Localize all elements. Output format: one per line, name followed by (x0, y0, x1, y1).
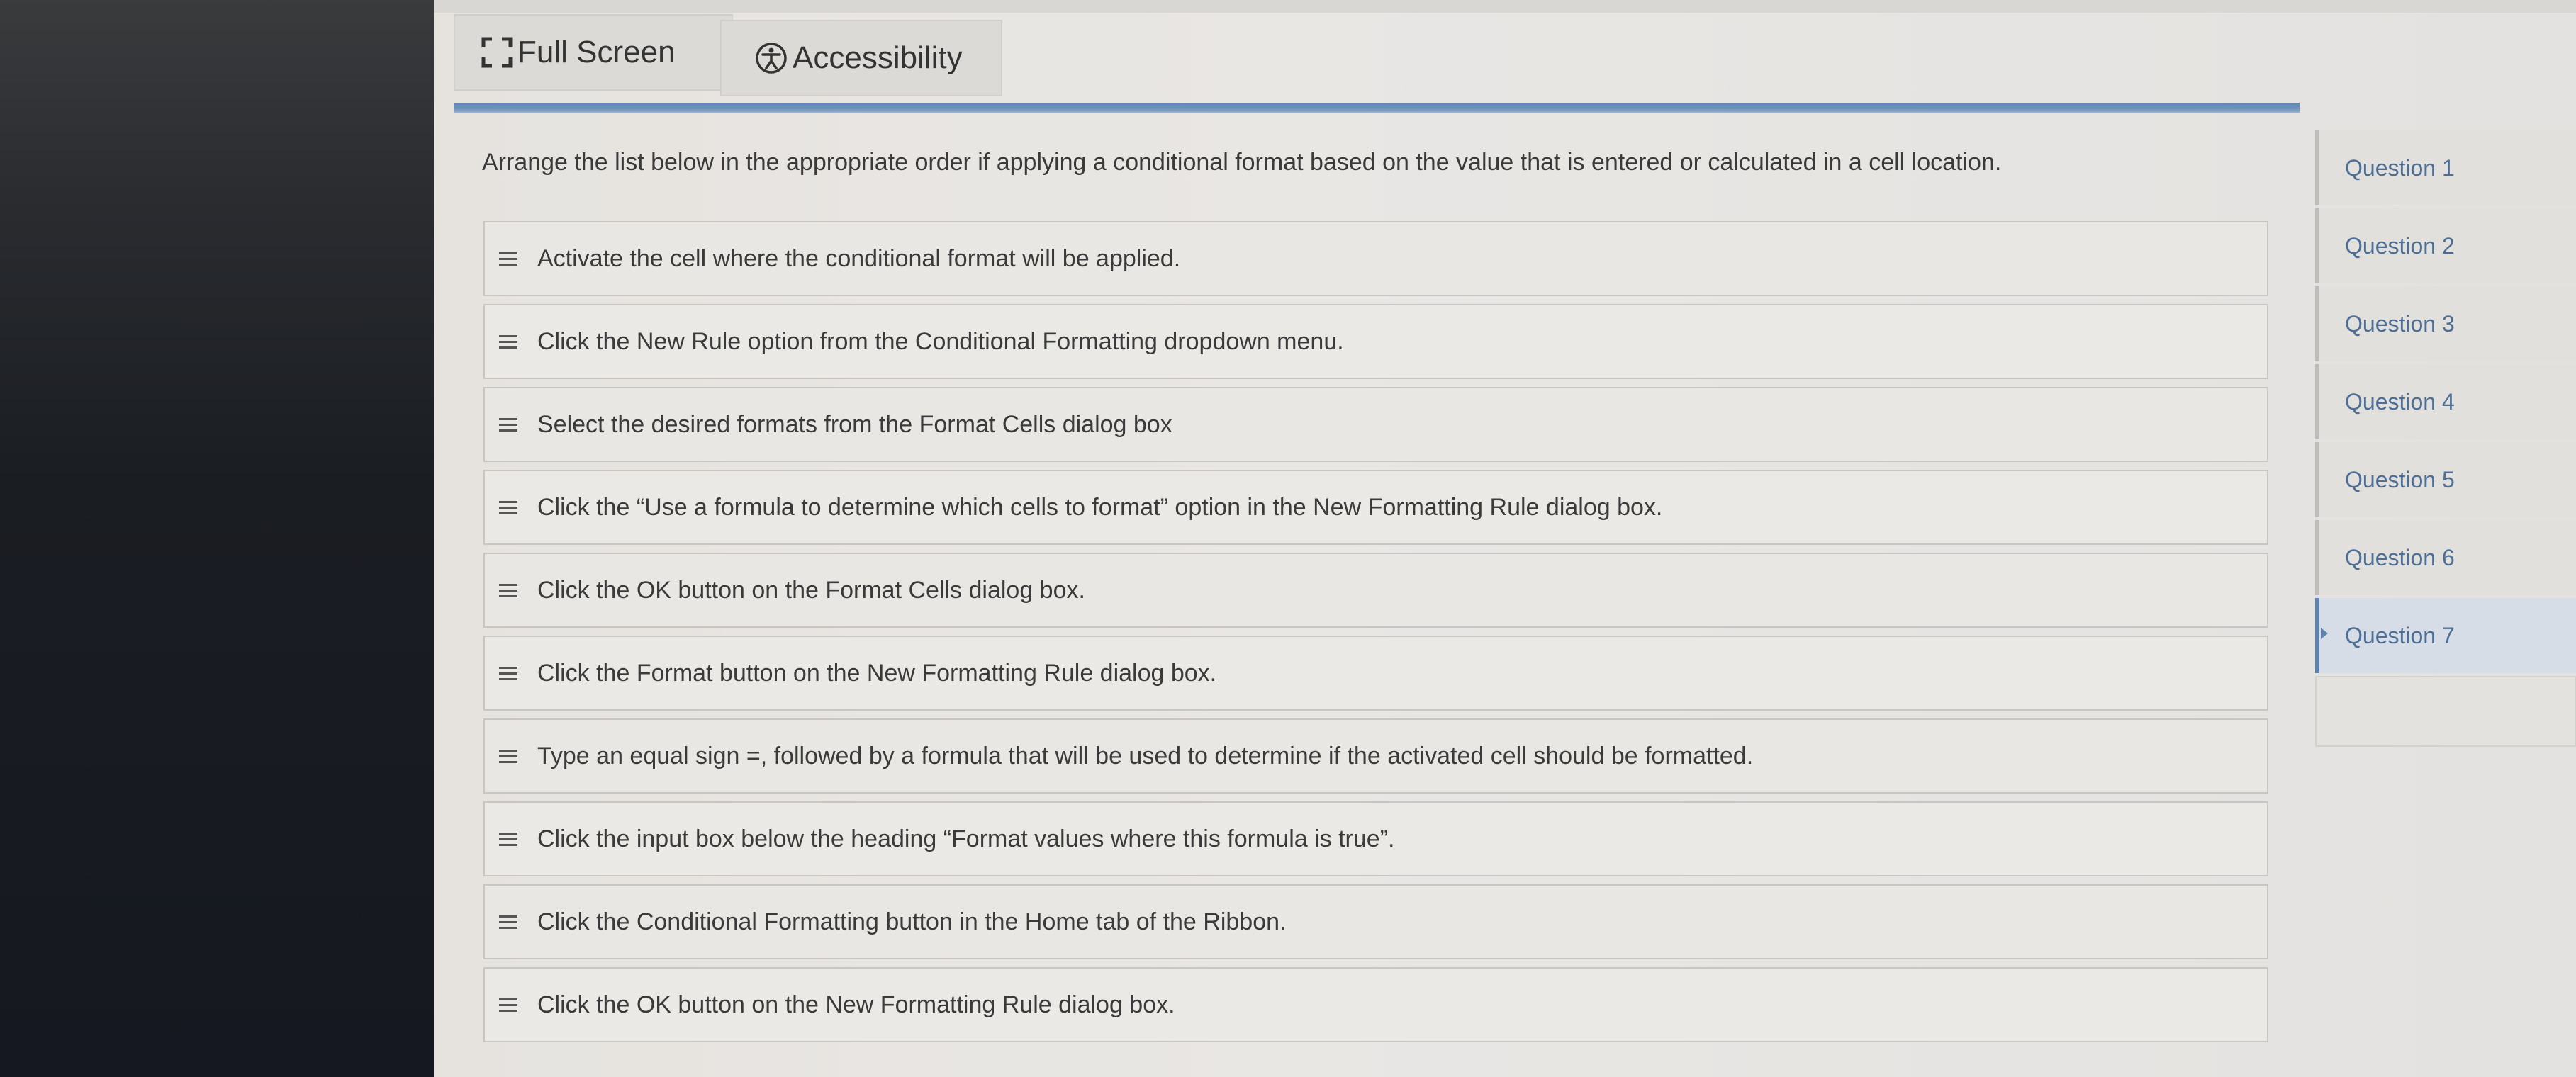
accessibility-button[interactable]: Accessibility (720, 20, 1002, 96)
question-nav-item-5[interactable]: Question 5 (2315, 442, 2576, 517)
header-divider (454, 103, 2300, 113)
fullscreen-icon (481, 36, 513, 69)
question-nav-item-4[interactable]: Question 4 (2315, 364, 2576, 439)
top-strip (434, 0, 2576, 13)
fullscreen-button[interactable]: Full Screen (454, 14, 733, 91)
ordering-item-label: Click the “Use a formula to determine wh… (537, 493, 1663, 521)
ordering-item[interactable]: Select the desired formats from the Form… (483, 387, 2268, 462)
ordering-item-label: Click the Format button on the New Forma… (537, 659, 1217, 687)
question-nav-item-3[interactable]: Question 3 (2315, 286, 2576, 361)
ordering-list: Activate the cell where the conditional … (483, 221, 2268, 1050)
ordering-item[interactable]: Activate the cell where the conditional … (483, 221, 2268, 296)
ordering-item-label: Select the desired formats from the Form… (537, 410, 1172, 438)
ordering-item[interactable]: Click the New Rule option from the Condi… (483, 304, 2268, 379)
drag-handle-icon[interactable] (499, 666, 517, 680)
drag-handle-icon[interactable] (499, 915, 517, 929)
ordering-item[interactable]: Click the input box below the heading “F… (483, 801, 2268, 876)
ordering-item-label: Click the input box below the heading “F… (537, 825, 1395, 852)
ordering-item-label: Type an equal sign =, followed by a form… (537, 742, 1754, 769)
ordering-item-label: Activate the cell where the conditional … (537, 244, 1181, 272)
question-nav-item-2[interactable]: Question 2 (2315, 208, 2576, 283)
drag-handle-icon[interactable] (499, 334, 517, 349)
question-nav-item-1[interactable]: Question 1 (2315, 130, 2576, 205)
ordering-item[interactable]: Click the Conditional Formatting button … (483, 884, 2268, 959)
accessibility-icon (754, 41, 788, 75)
question-prompt: Arrange the list below in the appropriat… (482, 149, 2002, 176)
drag-handle-icon[interactable] (499, 500, 517, 514)
desk-background (0, 0, 434, 1077)
drag-handle-icon[interactable] (499, 583, 517, 597)
ordering-item-label: Click the OK button on the New Formattin… (537, 991, 1175, 1018)
question-nav-footer (2315, 676, 2576, 747)
drag-handle-icon[interactable] (499, 749, 517, 763)
drag-handle-icon[interactable] (499, 832, 517, 846)
ordering-item[interactable]: Click the Format button on the New Forma… (483, 636, 2268, 711)
ordering-item-label: Click the Conditional Formatting button … (537, 908, 1287, 935)
ordering-item[interactable]: Click the OK button on the Format Cells … (483, 553, 2268, 628)
question-nav-item-6[interactable]: Question 6 (2315, 520, 2576, 595)
drag-handle-icon[interactable] (499, 998, 517, 1012)
drag-handle-icon[interactable] (499, 417, 517, 432)
ordering-item[interactable]: Click the OK button on the New Formattin… (483, 967, 2268, 1042)
drag-handle-icon[interactable] (499, 252, 517, 266)
ordering-item-label: Click the OK button on the Format Cells … (537, 576, 1085, 604)
ordering-item[interactable]: Type an equal sign =, followed by a form… (483, 718, 2268, 794)
fullscreen-label: Full Screen (517, 35, 676, 69)
question-nav-item-7[interactable]: Question 7 (2315, 598, 2576, 673)
ordering-item-label: Click the New Rule option from the Condi… (537, 327, 1344, 355)
ordering-item[interactable]: Click the “Use a formula to determine wh… (483, 470, 2268, 545)
accessibility-label: Accessibility (793, 40, 963, 75)
question-navigation: Question 1 Question 2 Question 3 Questio… (2315, 130, 2576, 747)
app-screen: Full Screen Accessibility Arrange the li… (434, 0, 2576, 1077)
